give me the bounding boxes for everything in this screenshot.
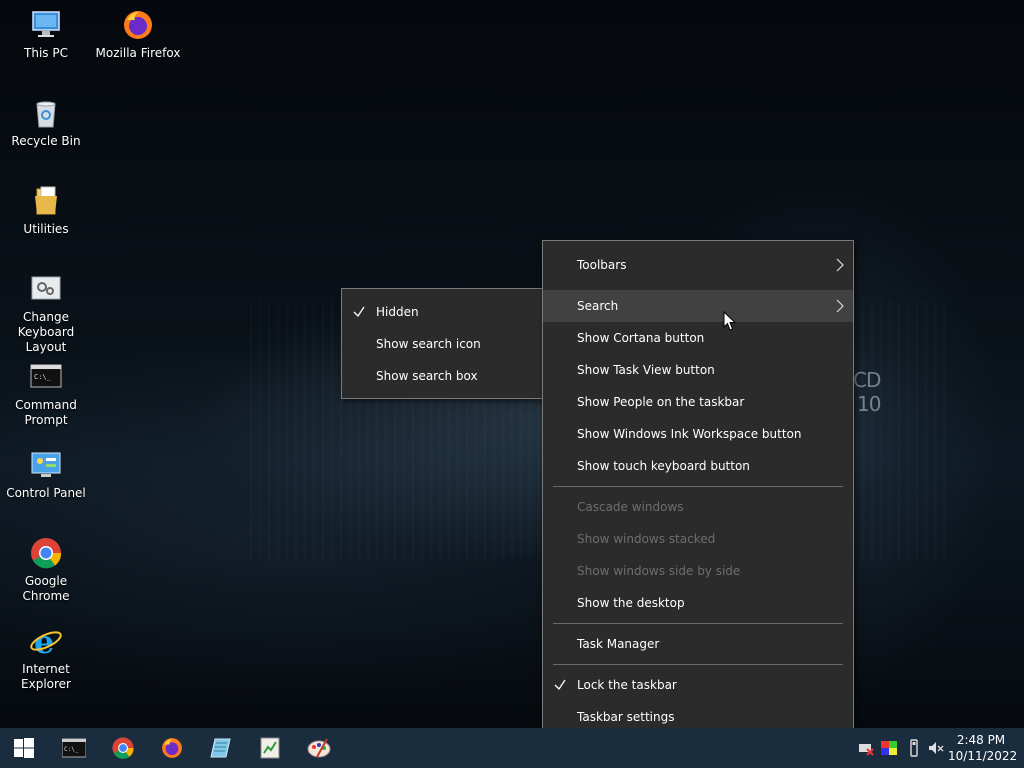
chevron-right-icon: [836, 299, 844, 313]
menu-item-show-windows-side-by-side: Show windows side by side: [577, 564, 741, 578]
notepad-icon: [210, 738, 231, 758]
menu-item-show-windows-stacked: Show windows stacked: [577, 532, 716, 546]
desktop-icon-control-panel[interactable]: Control Panel: [0, 448, 92, 501]
menu-separator: [553, 623, 843, 624]
taskbar-paint[interactable]: [295, 728, 343, 768]
computer-icon: [32, 11, 60, 37]
desktop-icon-change-keyboard-layout[interactable]: Change Keyboard Layout: [0, 272, 92, 355]
mouse-cursor-icon: [723, 311, 736, 331]
chrome-icon: [112, 737, 134, 759]
desktop-icon-recycle-bin[interactable]: Recycle Bin: [0, 96, 92, 149]
chrome-icon: [31, 538, 62, 569]
taskbar-notepad[interactable]: [197, 728, 245, 768]
menu-item-show-people[interactable]: Show People on the taskbar: [543, 386, 853, 418]
clock-time: 2:48 PM: [956, 733, 1006, 747]
menu-item-show-windows-ink[interactable]: Show Windows Ink Workspace button: [543, 418, 853, 450]
volume-muted-icon[interactable]: [927, 739, 945, 757]
menu-separator: [553, 486, 843, 487]
taskbar-spreadsheet[interactable]: [246, 728, 294, 768]
desktop-icon-command-prompt[interactable]: C:\_ Command Prompt: [0, 360, 92, 428]
checkmark-icon: [353, 306, 365, 318]
taskbar[interactable]: C:\_ 2:48 PM 10/11/2022: [0, 728, 1024, 768]
firefox-icon: [124, 11, 152, 39]
checkmark-icon: [554, 679, 566, 691]
desktop-icon-utilities[interactable]: Utilities: [0, 184, 92, 237]
menu-item-show-touch-keyboard[interactable]: Show touch keyboard button: [543, 450, 853, 482]
desktop-icon-firefox[interactable]: Mozilla Firefox: [92, 8, 184, 61]
chevron-right-icon: [836, 258, 844, 272]
svg-text:C:\_: C:\_: [34, 373, 52, 381]
taskbar-clock[interactable]: 2:48 PM 10/11/2022: [948, 732, 1018, 764]
taskbar-chrome[interactable]: [99, 728, 147, 768]
menu-separator: [553, 664, 843, 665]
control-panel-icon: [31, 452, 61, 477]
wallpaper-text: CD 10: [853, 368, 881, 416]
firefox-icon: [162, 738, 182, 758]
menu-item-lock-the-taskbar[interactable]: Lock the taskbar: [543, 669, 853, 701]
taskbar-command-prompt[interactable]: C:\_: [50, 728, 98, 768]
usb-icon[interactable]: [905, 739, 923, 757]
submenu-item-show-search-box[interactable]: Show search box: [342, 360, 542, 392]
clock-date: 10/11/2022: [948, 749, 1018, 763]
keyboard-settings-icon: [31, 276, 61, 300]
desktop-icon-this-pc[interactable]: This PC: [0, 8, 92, 61]
spreadsheet-icon: [260, 737, 280, 759]
submenu-item-show-search-icon[interactable]: Show search icon: [342, 328, 542, 360]
submenu-item-hidden[interactable]: Hidden: [342, 296, 542, 328]
menu-item-show-the-desktop[interactable]: Show the desktop: [543, 587, 853, 619]
menu-item-show-task-view-button[interactable]: Show Task View button: [543, 354, 853, 386]
command-prompt-icon: C:\_: [30, 364, 62, 388]
color-icon[interactable]: [880, 739, 898, 757]
internet-explorer-icon: e: [30, 624, 62, 658]
menu-item-toolbars[interactable]: Toolbars: [543, 249, 853, 282]
svg-text:e: e: [34, 624, 54, 658]
search-submenu: Hidden Show search icon Show search box: [341, 288, 543, 399]
taskbar-context-menu: Toolbars Search Show Cortana button Show…: [542, 240, 854, 741]
folder-icon: [35, 186, 57, 215]
menu-item-cascade-windows: Cascade windows: [577, 500, 684, 514]
menu-item-show-cortana-button[interactable]: Show Cortana button: [543, 322, 853, 354]
desktop-icon-google-chrome[interactable]: Google Chrome: [0, 536, 92, 604]
taskbar-firefox[interactable]: [148, 728, 196, 768]
recycle-bin-icon: [36, 101, 56, 128]
svg-text:C:\_: C:\_: [64, 746, 79, 753]
desktop-icon-internet-explorer[interactable]: e Internet Explorer: [0, 624, 92, 692]
command-prompt-icon: C:\_: [62, 738, 86, 758]
menu-item-search[interactable]: Search: [543, 290, 853, 322]
paint-icon: [307, 738, 331, 758]
menu-item-task-manager[interactable]: Task Manager: [543, 628, 853, 660]
start-icon: [14, 738, 34, 758]
network-icon[interactable]: [857, 739, 875, 757]
start-button[interactable]: [0, 728, 48, 768]
